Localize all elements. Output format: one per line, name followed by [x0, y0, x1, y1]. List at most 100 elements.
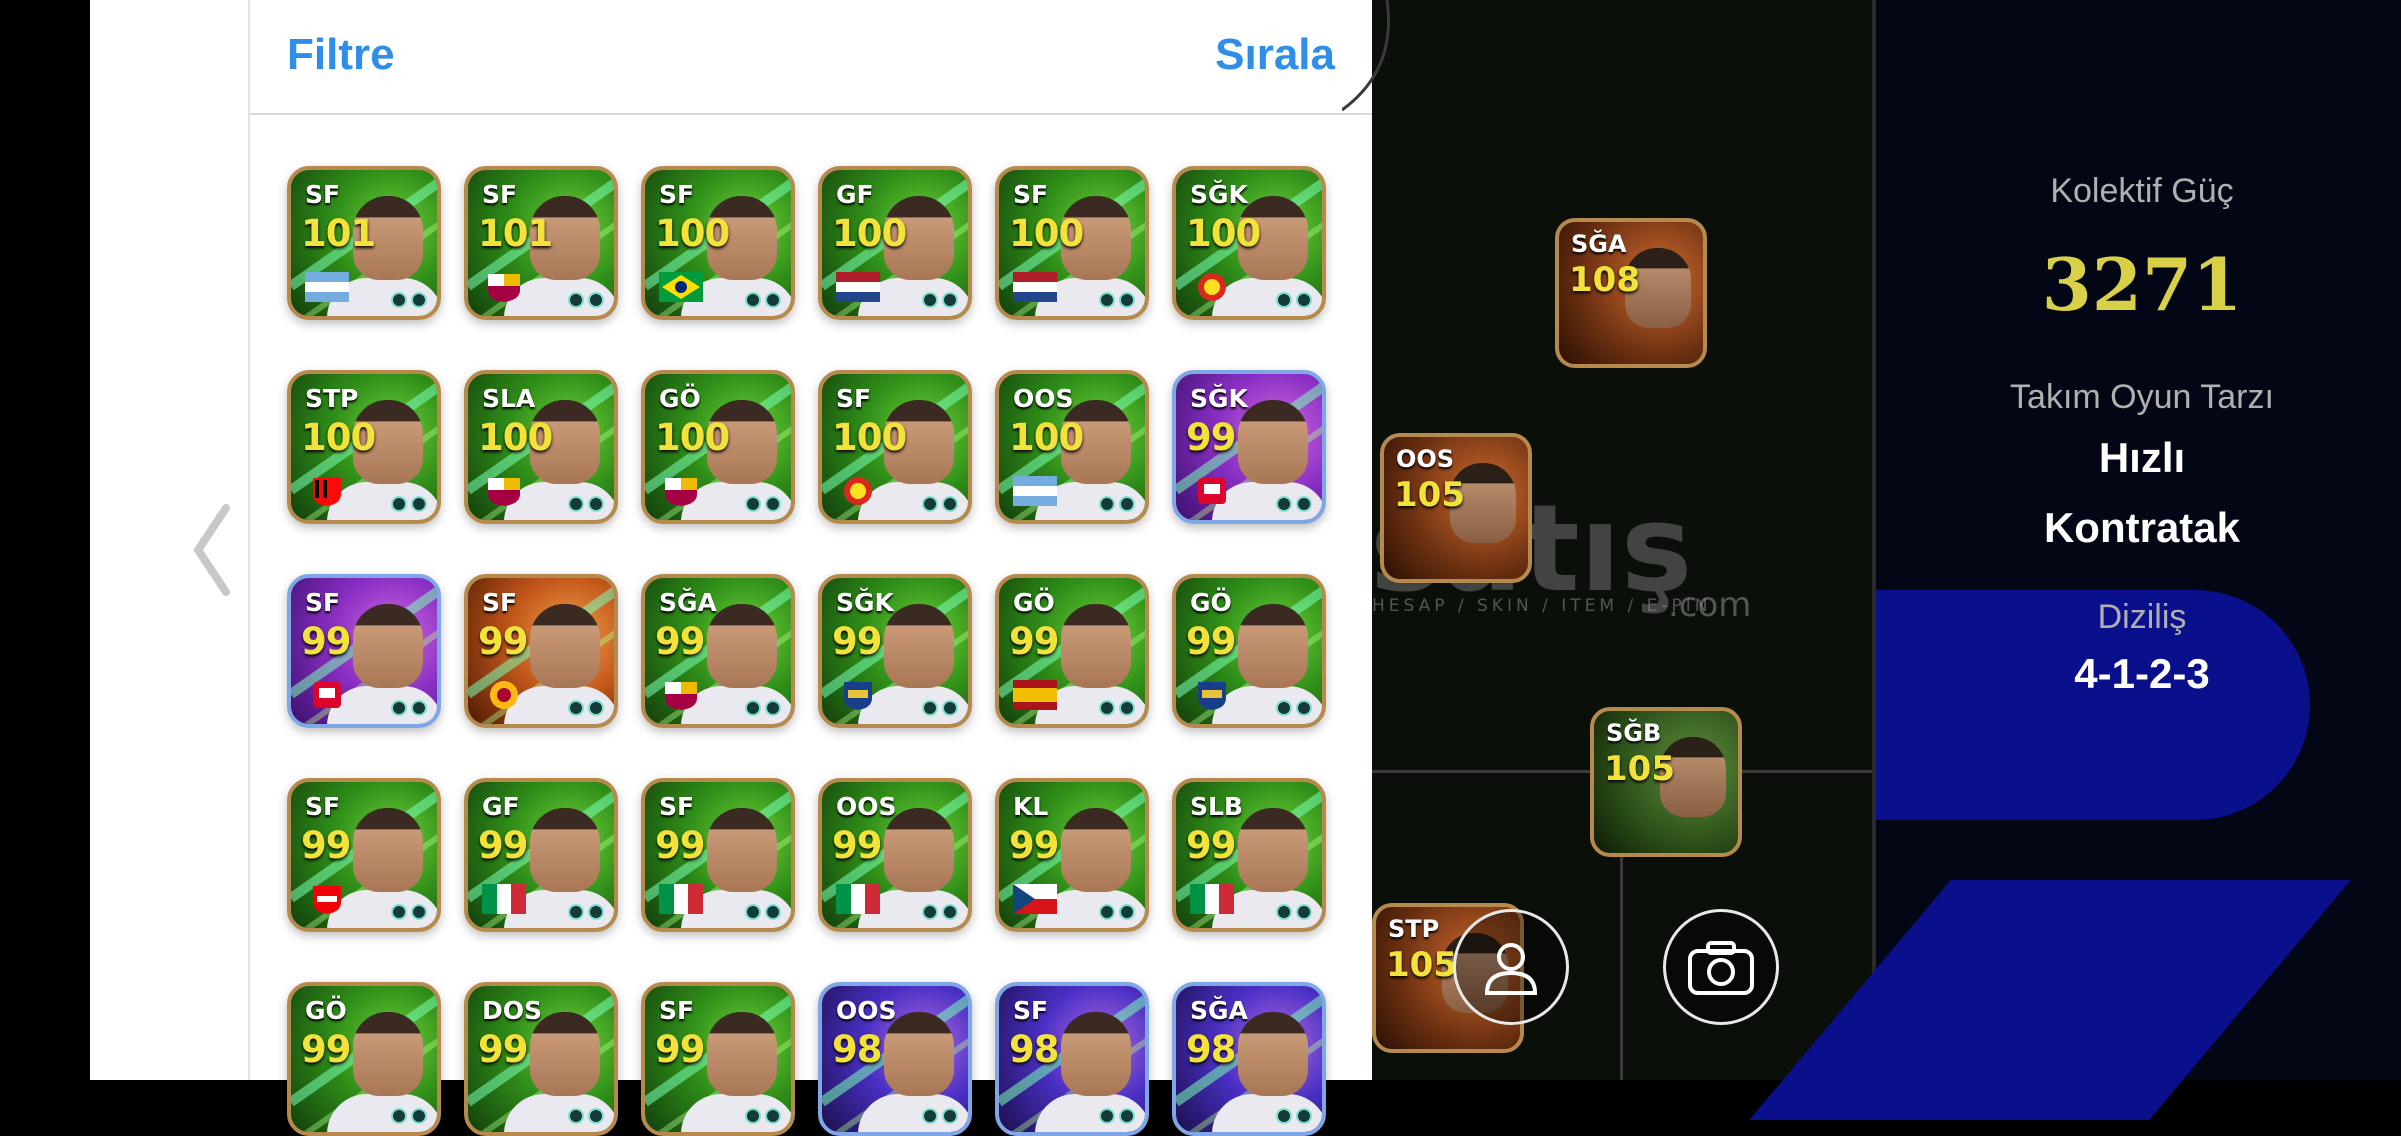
skill-dots — [391, 700, 427, 716]
skill-dots — [568, 700, 604, 716]
player-rating: 99 — [1009, 824, 1059, 867]
player-card[interactable]: KL 99 — [995, 778, 1149, 932]
club-flag-icon — [1198, 682, 1226, 710]
player-rating: 101 — [301, 212, 376, 255]
player-position: SĞA — [659, 588, 717, 617]
skill-dots — [745, 904, 781, 920]
player-card[interactable]: GÖ 100 — [641, 370, 795, 524]
player-portrait — [1238, 604, 1308, 688]
player-rating: 99 — [301, 1028, 351, 1071]
player-card[interactable]: OOS 99 — [818, 778, 972, 932]
player-rating: 105 — [1386, 945, 1457, 985]
camera-button[interactable] — [1663, 909, 1779, 1025]
skill-dots — [391, 292, 427, 308]
player-card[interactable]: SĞK 100 — [1172, 166, 1326, 320]
player-card[interactable]: SĞK 99 — [1172, 370, 1326, 524]
player-card[interactable]: SF 98 — [995, 982, 1149, 1136]
skill-dot-icon — [765, 904, 781, 920]
skill-dots — [1276, 496, 1312, 512]
skill-dot-icon — [391, 904, 407, 920]
player-rating: 100 — [1009, 212, 1084, 255]
skill-dot-icon — [1099, 700, 1115, 716]
player-portrait — [353, 808, 423, 892]
skill-dots — [568, 292, 604, 308]
player-position: SF — [659, 180, 695, 209]
skill-dot-icon — [765, 496, 781, 512]
skill-dot-icon — [745, 1108, 761, 1124]
skill-dot-icon — [568, 904, 584, 920]
skill-dot-icon — [1276, 496, 1292, 512]
barcelona-flag-icon — [665, 682, 697, 710]
player-rating: 99 — [1186, 416, 1236, 459]
skill-dot-icon — [568, 292, 584, 308]
pitch-player-card[interactable]: SĞB 105 — [1590, 707, 1742, 857]
player-rating: 100 — [1009, 416, 1084, 459]
player-card[interactable]: SF 99 — [287, 778, 441, 932]
skill-dot-icon — [1099, 904, 1115, 920]
player-rating: 100 — [1186, 212, 1261, 255]
player-card[interactable]: SF 100 — [641, 166, 795, 320]
player-card[interactable]: SF 100 — [818, 370, 972, 524]
player-position: SĞK — [1190, 384, 1248, 413]
player-card[interactable]: SF 99 — [641, 982, 795, 1136]
player-portrait — [530, 604, 600, 688]
player-rating: 99 — [1009, 620, 1059, 663]
player-position: SF — [482, 588, 518, 617]
player-card[interactable]: SF 99 — [641, 778, 795, 932]
italy-flag-icon — [1190, 884, 1234, 914]
player-portrait — [1061, 1012, 1131, 1096]
skill-dots — [1276, 904, 1312, 920]
skill-dot-icon — [745, 496, 761, 512]
player-card[interactable]: SLA 100 — [464, 370, 618, 524]
chevron-left-icon[interactable] — [188, 500, 238, 600]
player-card[interactable]: SĞA 99 — [641, 574, 795, 728]
player-position: GÖ — [1190, 588, 1232, 617]
player-rating: 99 — [301, 824, 351, 867]
player-card[interactable]: GÖ 99 — [1172, 574, 1326, 728]
skill-dot-icon — [588, 1108, 604, 1124]
skill-dot-icon — [942, 1108, 958, 1124]
player-card[interactable]: SF 101 — [464, 166, 618, 320]
skill-dot-icon — [411, 1108, 427, 1124]
player-card[interactable]: DOS 99 — [464, 982, 618, 1136]
player-card[interactable]: GÖ 99 — [287, 982, 441, 1136]
player-card[interactable]: GF 100 — [818, 166, 972, 320]
spain-flag-icon — [1013, 680, 1057, 710]
skill-dots — [391, 1108, 427, 1124]
skill-dots — [922, 904, 958, 920]
filter-button[interactable]: Filtre — [287, 30, 395, 80]
player-card[interactable]: SF 99 — [464, 574, 618, 728]
player-card[interactable]: SLB 99 — [1172, 778, 1326, 932]
pitch-player-card[interactable]: OOS 105 — [1380, 433, 1532, 583]
skill-dot-icon — [568, 1108, 584, 1124]
player-card[interactable]: SĞK 99 — [818, 574, 972, 728]
player-card[interactable]: OOS 98 — [818, 982, 972, 1136]
pitch-player-card[interactable]: SĞA 108 — [1555, 218, 1707, 368]
player-rating: 98 — [832, 1028, 882, 1071]
skill-dots — [1099, 292, 1135, 308]
player-rating: 108 — [1569, 260, 1640, 300]
netherlands-flag-icon — [1013, 272, 1057, 302]
player-rating: 99 — [655, 1028, 705, 1071]
skill-dots — [1099, 496, 1135, 512]
player-card[interactable]: SF 101 — [287, 166, 441, 320]
player-portrait — [1061, 604, 1131, 688]
skill-dot-icon — [588, 904, 604, 920]
player-card[interactable]: OOS 100 — [995, 370, 1149, 524]
team-style-label: Takım Oyun Tarzı — [2010, 378, 2274, 416]
player-card[interactable]: SF 100 — [995, 166, 1149, 320]
profile-button[interactable] — [1453, 909, 1569, 1025]
player-card[interactable]: GÖ 99 — [995, 574, 1149, 728]
player-position: OOS — [1013, 384, 1074, 413]
player-card[interactable]: STP 100 — [287, 370, 441, 524]
player-card[interactable]: SF 99 — [287, 574, 441, 728]
sort-button[interactable]: Sırala — [1215, 30, 1335, 80]
player-position: STP — [1388, 915, 1440, 943]
manutd-flag-icon — [1198, 273, 1226, 301]
skill-dots — [745, 1108, 781, 1124]
skill-dot-icon — [411, 700, 427, 716]
player-rating: 99 — [478, 1028, 528, 1071]
player-card[interactable]: SĞA 98 — [1172, 982, 1326, 1136]
skill-dot-icon — [922, 496, 938, 512]
player-card[interactable]: GF 99 — [464, 778, 618, 932]
